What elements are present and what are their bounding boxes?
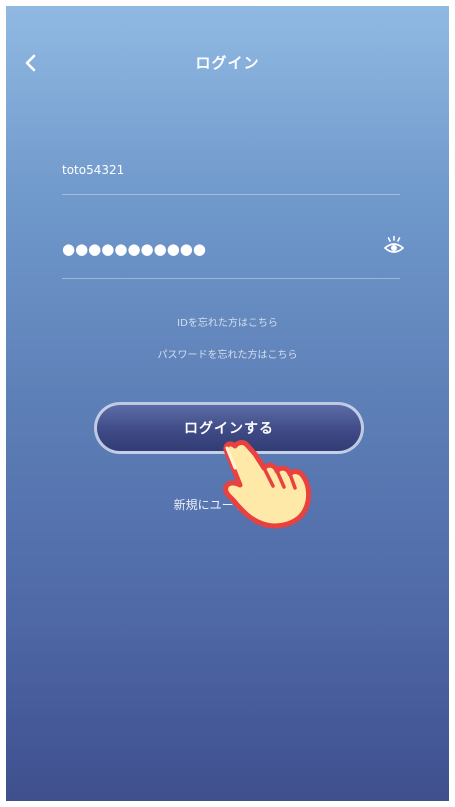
forgot-password-link[interactable]: パスワードを忘れた方はこちら — [6, 346, 449, 361]
page-title: ログイン — [195, 54, 260, 72]
user-id-field — [62, 152, 400, 195]
user-id-input[interactable] — [62, 163, 362, 177]
password-field — [62, 228, 405, 279]
pointing-hand-icon — [223, 440, 312, 529]
login-screen: ログイン IDを忘れた方はこちら パスワードを忘れた方はこちら ログインする 新… — [6, 6, 449, 801]
password-input[interactable] — [62, 240, 342, 258]
forgot-id-link[interactable]: IDを忘れた方はこちら — [6, 314, 449, 329]
eye-icon[interactable] — [382, 234, 406, 258]
